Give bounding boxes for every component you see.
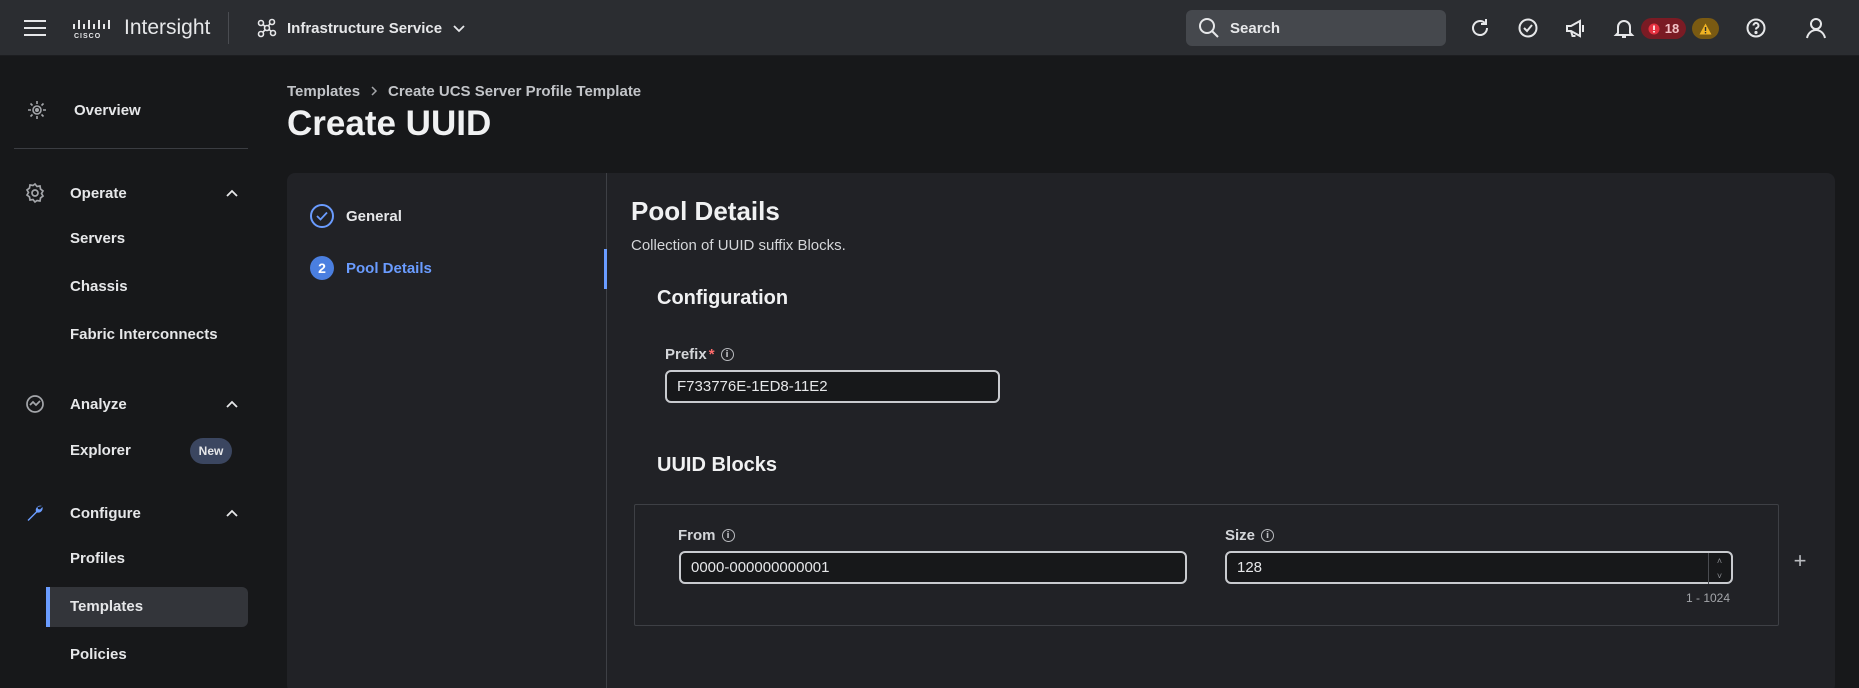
service-name: Infrastructure Service <box>287 19 443 37</box>
step-complete-check-icon <box>310 204 334 228</box>
active-step-indicator <box>604 249 607 289</box>
size-label-row: Size i <box>1225 527 1275 544</box>
top-bar: CISCO Intersight Infrastructure Service … <box>0 0 1859 56</box>
nav-templates[interactable]: Templates <box>70 598 143 615</box>
size-input[interactable] <box>1225 551 1733 584</box>
configure-wrench-icon <box>24 502 46 524</box>
nav-configure-label: Configure <box>70 504 141 522</box>
help-icon[interactable] <box>1742 14 1770 42</box>
cisco-logo-icon: CISCO <box>73 20 110 40</box>
section-description: Collection of UUID suffix Blocks. <box>631 237 846 254</box>
nav-fabric-interconnects[interactable]: Fabric Interconnects <box>70 326 218 343</box>
breadcrumb-templates[interactable]: Templates <box>287 81 360 101</box>
user-profile-icon[interactable] <box>1802 14 1830 42</box>
step-general-label: General <box>346 207 402 225</box>
new-badge: New <box>190 438 232 464</box>
size-stepper[interactable]: ˄ ˅ <box>1708 553 1730 584</box>
nav-operate-label: Operate <box>70 184 127 202</box>
step-general[interactable]: General <box>310 204 402 228</box>
info-icon[interactable]: i <box>720 348 734 361</box>
operate-icon <box>24 182 46 204</box>
service-network-icon <box>257 18 277 38</box>
configure-chevron-up-icon[interactable] <box>224 505 240 521</box>
breadcrumb-chevron-icon <box>371 86 378 96</box>
from-label: From <box>678 527 716 544</box>
configuration-heading: Configuration <box>657 287 789 309</box>
app-name: Intersight <box>124 16 211 39</box>
nav-analyze[interactable]: Analyze <box>24 393 127 415</box>
from-label-row: From i <box>678 527 735 544</box>
section-title: Pool Details <box>631 196 780 226</box>
analyze-chevron-up-icon[interactable] <box>224 396 240 412</box>
tasks-check-icon[interactable] <box>1514 14 1542 42</box>
nav-configure[interactable]: Configure <box>24 502 141 524</box>
warning-icon <box>1699 23 1712 34</box>
service-selector[interactable]: Infrastructure Service <box>257 14 466 42</box>
topbar-divider <box>228 12 229 44</box>
stepper-up-icon[interactable]: ˄ <box>1717 556 1722 566</box>
critical-alarms-count: 18 <box>1664 21 1680 36</box>
cisco-logo[interactable]: CISCO Intersight <box>72 14 210 42</box>
stepper-down-icon[interactable]: ˅ <box>1717 571 1722 581</box>
size-label: Size <box>1225 527 1256 544</box>
nav-profiles[interactable]: Profiles <box>70 550 125 567</box>
menu-icon[interactable] <box>18 14 52 42</box>
nav-chassis[interactable]: Chassis <box>70 278 128 295</box>
nav-servers[interactable]: Servers <box>70 230 125 247</box>
notification-bell-icon[interactable] <box>1610 14 1638 42</box>
svg-text:CISCO: CISCO <box>74 33 101 40</box>
breadcrumb-create-template[interactable]: Create UCS Server Profile Template <box>388 81 641 101</box>
add-block-plus-icon[interactable]: + <box>1791 550 1809 572</box>
info-icon[interactable]: i <box>1261 529 1275 542</box>
search-input[interactable] <box>1230 19 1430 37</box>
warning-alarms-badge[interactable] <box>1692 18 1719 39</box>
chevron-down-icon <box>453 25 465 33</box>
required-asterisk: * <box>708 346 715 363</box>
critical-alarms-badge[interactable]: 18 <box>1641 18 1686 39</box>
global-search[interactable] <box>1186 10 1446 46</box>
prefix-label-row: Prefix * i <box>665 346 734 363</box>
info-icon[interactable]: i <box>721 529 735 542</box>
step-pool-details-label: Pool Details <box>346 259 432 277</box>
prefix-label: Prefix <box>665 346 707 363</box>
nav-operate[interactable]: Operate <box>24 182 127 204</box>
step-number: 2 <box>310 256 334 280</box>
from-input[interactable] <box>679 551 1187 584</box>
page-title: Create UUID <box>287 104 492 143</box>
nav-policies[interactable]: Policies <box>70 646 127 663</box>
nav-overview-label: Overview <box>74 101 141 119</box>
critical-alert-icon <box>1648 23 1660 34</box>
nav-explorer[interactable]: Explorer <box>70 442 131 459</box>
search-icon <box>1199 18 1219 38</box>
sidebar-divider <box>14 148 248 149</box>
announcement-icon[interactable] <box>1562 14 1590 42</box>
prefix-input[interactable] <box>665 370 1000 403</box>
analyze-icon <box>24 393 46 415</box>
step-pool-details[interactable]: 2 Pool Details <box>310 256 432 280</box>
size-range-hint: 1 - 1024 <box>1686 591 1731 605</box>
uuid-blocks-heading: UUID Blocks <box>657 454 778 476</box>
operate-chevron-up-icon[interactable] <box>224 185 240 201</box>
nav-analyze-label: Analyze <box>70 395 127 413</box>
nav-overview[interactable]: Overview <box>26 99 141 121</box>
overview-icon <box>26 99 48 121</box>
refresh-icon[interactable] <box>1466 14 1494 42</box>
